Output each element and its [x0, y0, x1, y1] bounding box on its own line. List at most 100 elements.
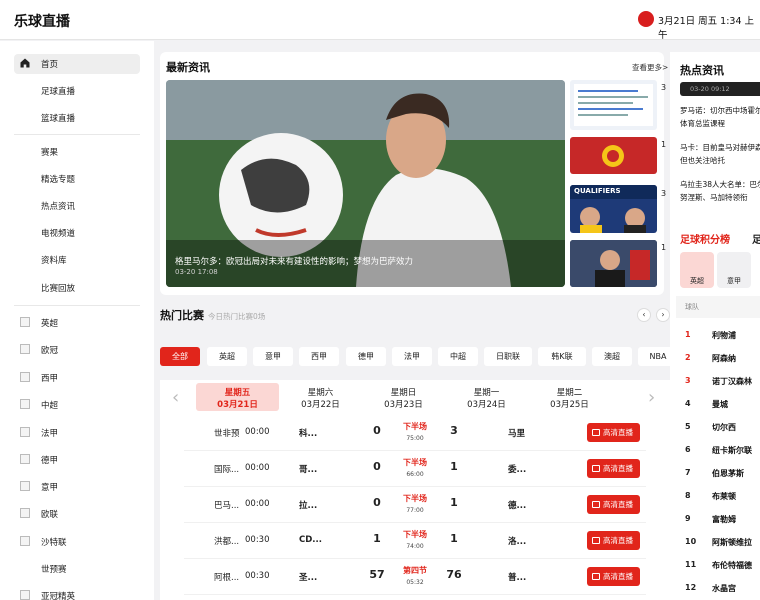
- standings-header-team: 球队: [685, 303, 699, 311]
- prev-arrow-icon[interactable]: ‹: [637, 308, 651, 322]
- standings-row[interactable]: 11 布伦特福德: [676, 554, 760, 577]
- hot-news-item[interactable]: 努涅斯、马加特领衔: [680, 191, 760, 204]
- match-home-team[interactable]: 拉...: [299, 499, 317, 511]
- standings-row[interactable]: 6 纽卡斯尔联: [676, 439, 760, 462]
- tab-football-standings[interactable]: 足球积分榜: [680, 231, 730, 246]
- standings-league-serie-a[interactable]: 意甲: [717, 252, 751, 288]
- match-row[interactable]: 国际... 00:00 哥... 0 下半场 66:00 1 委... 高清直播: [184, 452, 646, 487]
- sidebar-league-premier-league[interactable]: 英超: [14, 313, 140, 333]
- hd-live-button[interactable]: 高清直播: [587, 531, 640, 550]
- filter-chip-csl[interactable]: 中超: [438, 347, 478, 366]
- sidebar-item-label: 赛果: [41, 148, 59, 158]
- match-home-team[interactable]: 科...: [299, 427, 317, 439]
- hot-news-item[interactable]: 罗马诺：切尔西中场霍尔: [680, 104, 760, 117]
- tab-standings-2[interactable]: 足: [752, 231, 760, 246]
- match-row[interactable]: 阿根... 00:30 圣... 57 第四节 05:32 76 普... 高清直播: [184, 560, 646, 595]
- sidebar-item-topics[interactable]: 精选专题: [14, 169, 140, 189]
- filter-chip-k-league[interactable]: 韩K联: [538, 347, 586, 366]
- schedule-prev-icon[interactable]: ‹: [172, 387, 179, 408]
- day-tab[interactable]: 星期二 03月25日: [528, 383, 611, 411]
- day-tab[interactable]: 星期六 03月22日: [279, 383, 362, 411]
- see-more-link[interactable]: 查看更多>: [632, 62, 668, 73]
- standings-team: 伯恩茅斯: [712, 469, 744, 478]
- news-thumb-3[interactable]: QUALIFIERS: [570, 185, 657, 233]
- hot-news-item[interactable]: 体育总监课程: [680, 117, 760, 130]
- site-logo[interactable]: 乐球直播: [14, 11, 70, 31]
- sidebar-item-home[interactable]: 首页: [14, 54, 140, 74]
- filter-chip-j-league[interactable]: 日职联: [484, 347, 532, 366]
- sidebar-item-tv-channels[interactable]: 电视频道: [14, 223, 140, 243]
- sidebar-league-saudi[interactable]: 沙特联: [14, 532, 140, 552]
- filter-chip-serie-a[interactable]: 意甲: [253, 347, 293, 366]
- sidebar-league-bundesliga[interactable]: 德甲: [14, 450, 140, 470]
- match-home-team[interactable]: 哥...: [299, 463, 317, 475]
- standings-row[interactable]: 3 诺丁汉森林: [676, 370, 760, 393]
- filter-chip-la-liga[interactable]: 西甲: [299, 347, 339, 366]
- match-away-team[interactable]: 洛...: [508, 535, 526, 547]
- match-status: 下半场: [403, 494, 427, 503]
- sidebar-league-acl-elite[interactable]: 亚冠精英: [14, 586, 140, 600]
- match-home-team[interactable]: 圣...: [299, 571, 317, 583]
- filter-chip-all[interactable]: 全部: [160, 347, 200, 366]
- hd-live-button[interactable]: 高清直播: [587, 567, 640, 586]
- sidebar-item-database[interactable]: 资料库: [14, 250, 140, 270]
- match-away-team[interactable]: 德...: [508, 499, 526, 511]
- hero-news-caption[interactable]: 格里马尔多：欧冠出局对未来有建设性的影响；梦想为巴萨效力: [175, 255, 413, 267]
- standings-team: 诺丁汉森林: [712, 377, 752, 386]
- sidebar-league-europa[interactable]: 欧联: [14, 504, 140, 524]
- sidebar-league-wc-qualifiers[interactable]: 世预赛: [14, 559, 140, 579]
- day-tab[interactable]: 星期一 03月24日: [445, 383, 528, 411]
- standings-row[interactable]: 7 伯恩茅斯: [676, 462, 760, 485]
- filter-chip-ligue1[interactable]: 法甲: [392, 347, 432, 366]
- match-away-team[interactable]: 马里: [508, 427, 525, 439]
- sidebar-item-label: 欧联: [41, 510, 59, 520]
- hd-live-button[interactable]: 高清直播: [587, 459, 640, 478]
- match-row[interactable]: 世非预 00:00 科... 0 下半场 75:00 3 马里 高清直播: [184, 416, 646, 451]
- sidebar-item-results[interactable]: 赛果: [14, 142, 140, 162]
- hot-news-item[interactable]: 马卡：目前皇马对赫伊森: [680, 141, 760, 154]
- hd-live-button[interactable]: 高清直播: [587, 423, 640, 442]
- sidebar-item-hot-news[interactable]: 热点资讯: [14, 196, 140, 216]
- schedule-next-icon[interactable]: ›: [648, 387, 655, 408]
- sidebar-league-la-liga[interactable]: 西甲: [14, 368, 140, 388]
- sidebar-item-replays[interactable]: 比赛回放: [14, 278, 140, 298]
- hot-news-item[interactable]: 但也关注哈托: [680, 154, 760, 167]
- match-away-score: 1: [450, 460, 458, 473]
- match-row[interactable]: 巴马... 00:00 拉... 0 下半场 77:00 1 德... 高清直播: [184, 488, 646, 523]
- news-thumb-2[interactable]: [570, 137, 657, 174]
- match-away-team[interactable]: 委...: [508, 463, 526, 475]
- standings-row[interactable]: 10 阿斯顿维拉: [676, 531, 760, 554]
- sidebar-league-ucl[interactable]: 欧冠: [14, 340, 140, 360]
- match-home-team[interactable]: CD...: [299, 535, 322, 545]
- standings-row[interactable]: 8 布莱顿: [676, 485, 760, 508]
- standings-row[interactable]: 2 阿森纳: [676, 347, 760, 370]
- sidebar-league-serie-a[interactable]: 意甲: [14, 477, 140, 497]
- hot-news-item[interactable]: 乌拉圭38人大名单：巴尔: [680, 178, 760, 191]
- next-arrow-icon[interactable]: ›: [656, 308, 670, 322]
- filter-chip-premier[interactable]: 英超: [207, 347, 247, 366]
- sidebar-item-football-live[interactable]: 足球直播: [14, 81, 140, 101]
- sidebar-item-label: 热点资讯: [41, 202, 76, 212]
- filter-chip-nba[interactable]: NBA: [638, 347, 678, 366]
- sidebar-item-basketball-live[interactable]: 篮球直播: [14, 108, 140, 128]
- sidebar-league-ligue1[interactable]: 法甲: [14, 423, 140, 443]
- standings-league-premier[interactable]: 英超: [680, 252, 714, 288]
- filter-chip-bundesliga[interactable]: 德甲: [346, 347, 386, 366]
- news-thumb-1[interactable]: [570, 80, 657, 130]
- sidebar-league-csl[interactable]: 中超: [14, 395, 140, 415]
- match-away-team[interactable]: 普...: [508, 571, 526, 583]
- hd-live-button[interactable]: 高清直播: [587, 495, 640, 514]
- league-logo-icon: [20, 372, 30, 382]
- filter-chip-a-league[interactable]: 澳超: [592, 347, 632, 366]
- standings-rank: 1: [685, 330, 691, 339]
- sidebar-item-label: 意甲: [41, 483, 59, 493]
- day-tab[interactable]: 星期日 03月23日: [362, 383, 445, 411]
- standings-row[interactable]: 9 富勒姆: [676, 508, 760, 531]
- news-thumb-4[interactable]: [570, 240, 657, 287]
- standings-row[interactable]: 1 利物浦: [676, 324, 760, 347]
- standings-row[interactable]: 5 切尔西: [676, 416, 760, 439]
- standings-row[interactable]: 12 水晶宫: [676, 577, 760, 600]
- standings-row[interactable]: 4 曼城: [676, 393, 760, 416]
- day-tab[interactable]: 星期五 03月21日: [196, 383, 279, 411]
- match-row[interactable]: 洪都... 00:30 CD... 1 下半场 74:00 1 洛... 高清直播: [184, 524, 646, 559]
